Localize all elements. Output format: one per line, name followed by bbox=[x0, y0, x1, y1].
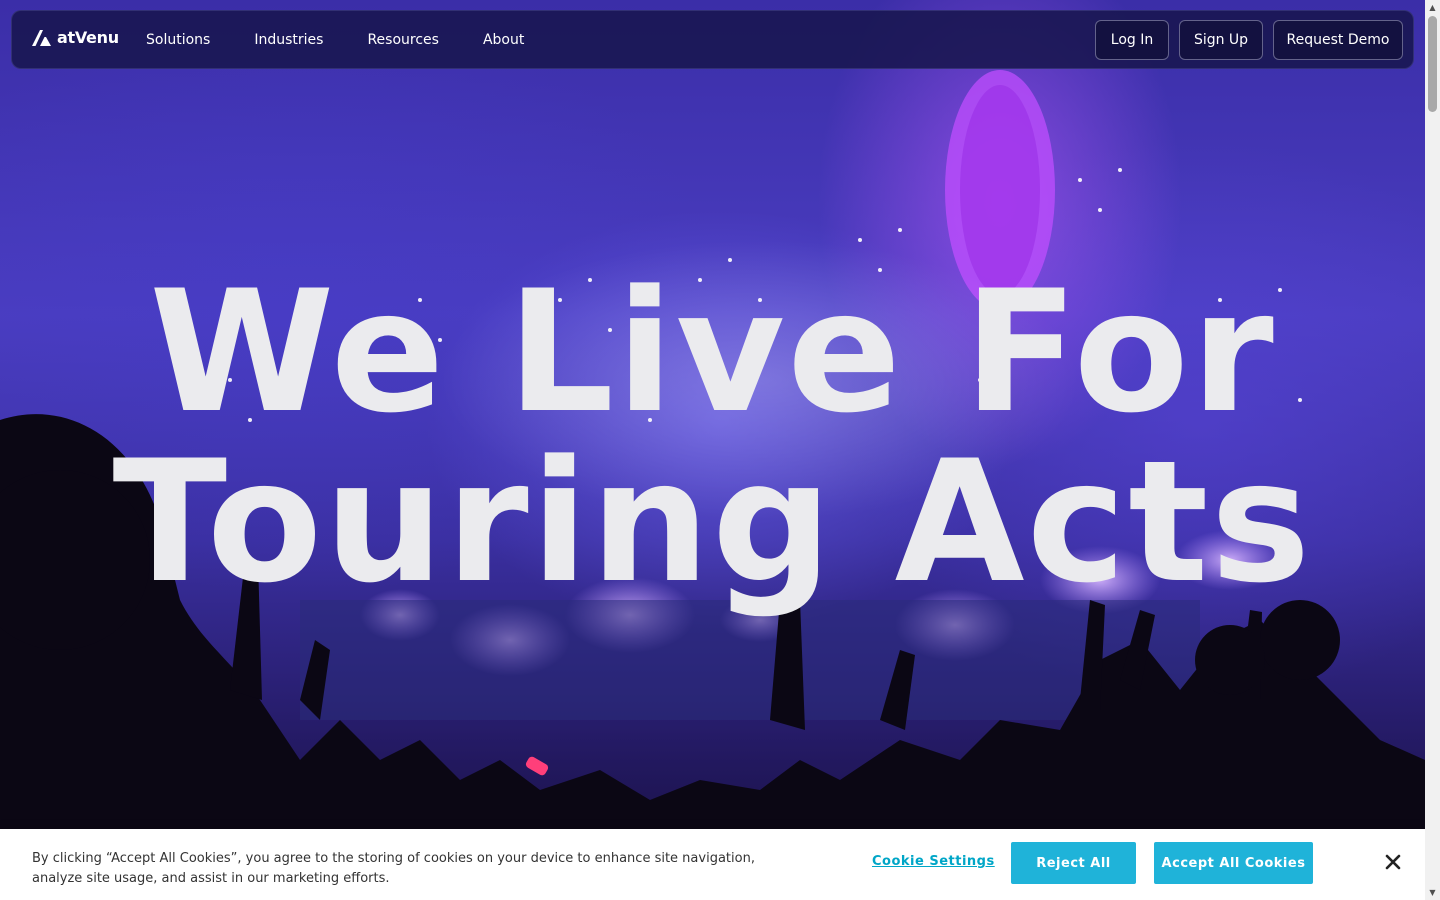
atvenu-logo[interactable]: atVenu bbox=[32, 28, 119, 47]
cookie-close-button[interactable] bbox=[1380, 849, 1406, 875]
nav-link-resources[interactable]: Resources bbox=[367, 32, 439, 48]
cookie-banner: By clicking “Accept All Cookies”, you ag… bbox=[0, 829, 1425, 900]
nav-links: Solutions Industries Resources About bbox=[146, 11, 568, 68]
nav-link-industries[interactable]: Industries bbox=[254, 32, 323, 48]
page: We Live For Touring Acts atVenu Solution… bbox=[0, 0, 1440, 900]
scroll-down-arrow-icon[interactable]: ▼ bbox=[1425, 885, 1440, 900]
nav-link-solutions[interactable]: Solutions bbox=[146, 32, 210, 48]
scroll-up-arrow-icon[interactable]: ▲ bbox=[1425, 0, 1440, 15]
cookie-text: By clicking “Accept All Cookies”, you ag… bbox=[32, 851, 755, 886]
top-navbar: atVenu Solutions Industries Resources Ab… bbox=[11, 10, 1414, 69]
accept-all-cookies-button[interactable]: Accept All Cookies bbox=[1154, 842, 1313, 884]
signup-button[interactable]: Sign Up bbox=[1179, 20, 1263, 60]
request-demo-button[interactable]: Request Demo bbox=[1273, 20, 1403, 60]
atvenu-logo-icon bbox=[32, 29, 51, 46]
close-icon bbox=[1385, 854, 1401, 870]
login-button[interactable]: Log In bbox=[1095, 20, 1169, 60]
page-scrollbar[interactable]: ▲ ▼ bbox=[1425, 0, 1440, 900]
reject-all-button[interactable]: Reject All bbox=[1011, 842, 1136, 884]
cookie-settings-link[interactable]: Cookie Settings bbox=[872, 854, 995, 869]
logo-text: atVenu bbox=[57, 28, 119, 47]
scrollbar-thumb[interactable] bbox=[1428, 16, 1437, 112]
hero-headline-line1: We Live For bbox=[149, 254, 1276, 450]
hero-section: We Live For Touring Acts bbox=[0, 0, 1425, 900]
nav-link-about[interactable]: About bbox=[483, 32, 524, 48]
hero-headline-line2: Touring Acts bbox=[112, 424, 1313, 620]
nav-actions: Log In Sign Up Request Demo bbox=[1095, 20, 1403, 60]
